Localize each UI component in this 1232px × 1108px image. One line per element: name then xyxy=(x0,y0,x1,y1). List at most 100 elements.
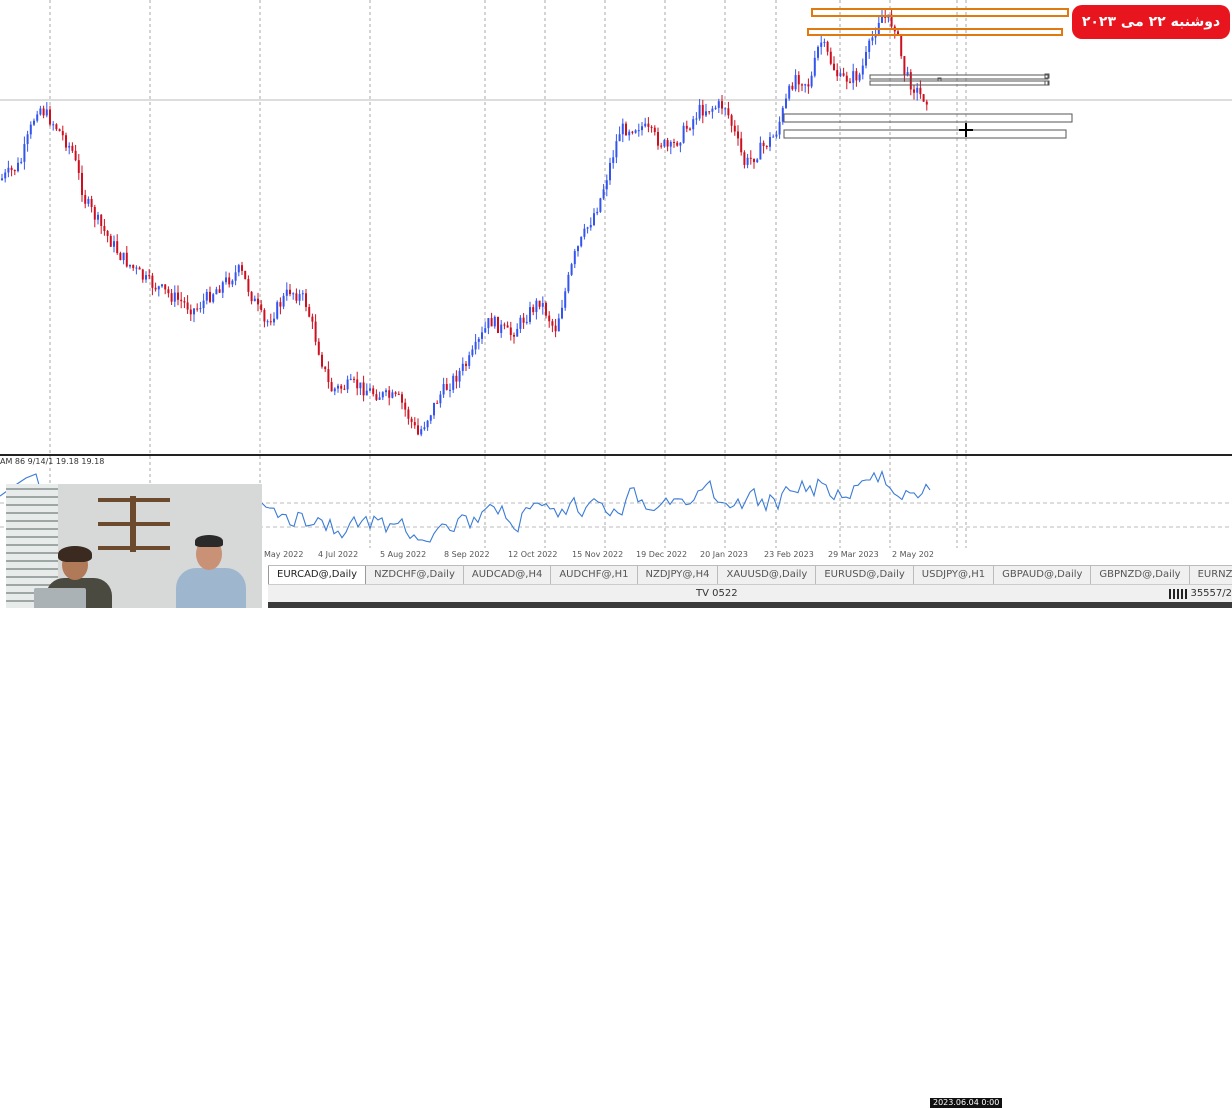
candle-body xyxy=(17,162,19,172)
candle-body xyxy=(573,251,576,265)
candle-body xyxy=(417,425,419,435)
candle-body xyxy=(113,241,115,247)
candle-body xyxy=(218,289,221,293)
candle-body xyxy=(305,293,307,308)
candle-body xyxy=(13,170,16,172)
tab-usdjpy[interactable]: USDJPY@,H1 xyxy=(914,566,995,584)
candle-body xyxy=(340,385,343,389)
candle-body xyxy=(391,392,394,398)
candle-body xyxy=(650,126,653,128)
candle-body xyxy=(852,71,855,83)
tab-nzdchf[interactable]: NZDCHF@,Daily xyxy=(366,566,464,584)
cursor-date-label: 2023.06.04 0:00 xyxy=(930,1098,1003,1108)
candle-body xyxy=(429,415,432,421)
tab-xauusd[interactable]: XAUUSD@,Daily xyxy=(718,566,817,584)
tab-eurusd[interactable]: EURUSD@,Daily xyxy=(816,566,914,584)
candle-body xyxy=(55,124,58,130)
candle-body xyxy=(727,108,730,116)
candle-body xyxy=(279,302,282,307)
candle-body xyxy=(685,125,688,129)
support-zone xyxy=(783,129,1067,139)
laptop xyxy=(34,588,86,608)
candle-body xyxy=(775,134,778,137)
candle-body xyxy=(839,73,842,77)
candle-body xyxy=(74,150,77,161)
candle-body xyxy=(500,324,503,333)
date-label: 2 May 202 xyxy=(892,550,934,559)
candle-body xyxy=(669,141,672,147)
candle-body xyxy=(849,81,851,83)
candle-body xyxy=(362,382,365,396)
candle-body xyxy=(308,307,311,317)
candle-body xyxy=(100,214,103,226)
candle-body xyxy=(615,141,618,158)
candle-body xyxy=(199,308,202,310)
candle-body xyxy=(468,355,471,366)
candle-body xyxy=(471,349,474,356)
candle-body xyxy=(10,167,13,171)
candle-body xyxy=(916,87,919,93)
candle-body xyxy=(205,291,208,301)
candle-body xyxy=(311,316,314,322)
candle-body xyxy=(449,389,451,391)
crosshair-cursor-icon xyxy=(959,123,973,137)
candle-body xyxy=(385,390,387,393)
candle-body xyxy=(535,300,538,313)
candle-body xyxy=(906,72,909,75)
date-label: 12 Oct 2022 xyxy=(508,550,558,559)
candle-body xyxy=(676,142,679,146)
candle-body xyxy=(509,327,512,335)
candle-body xyxy=(845,75,848,82)
tab-gbpaud[interactable]: GBPAUD@,Daily xyxy=(994,566,1092,584)
candle-body xyxy=(717,101,720,108)
candle-body xyxy=(695,118,698,120)
candle-body xyxy=(817,46,819,58)
candle-body xyxy=(865,51,867,66)
candle-body xyxy=(900,33,903,57)
candle-body xyxy=(349,378,352,380)
candle-body xyxy=(23,144,26,162)
candle-body xyxy=(529,307,531,322)
candle-body xyxy=(132,264,135,269)
tab-audcad[interactable]: AUDCAD@,H4 xyxy=(464,566,552,584)
candle-body xyxy=(602,189,605,199)
tab-gbpnzd[interactable]: GBPNZD@,Daily xyxy=(1091,566,1190,584)
candle-body xyxy=(919,87,922,95)
candle-body xyxy=(461,363,464,371)
candle-body xyxy=(746,157,749,165)
resistance-zone xyxy=(811,8,1069,17)
candle-body xyxy=(487,318,490,329)
candle-body xyxy=(426,420,429,428)
candle-body xyxy=(813,57,816,76)
candle-body xyxy=(753,158,755,163)
tab-eurnzd[interactable]: EURNZD@,Daily xyxy=(1190,566,1232,584)
candle-body xyxy=(225,277,227,283)
candle-body xyxy=(196,308,199,310)
candle-body xyxy=(93,207,96,220)
level-zone xyxy=(869,80,1049,86)
candle-body xyxy=(221,282,224,293)
tab-eurcad[interactable]: EURCAD@,Daily xyxy=(268,566,367,584)
candle-body xyxy=(692,119,695,130)
candle-body xyxy=(237,265,240,273)
status-profile: TV 0522 xyxy=(696,588,738,599)
candle-body xyxy=(516,328,519,337)
candle-body xyxy=(298,294,301,301)
candle-body xyxy=(801,84,803,86)
candle-body xyxy=(660,145,663,147)
tab-nzdjpy[interactable]: NZDJPY@,H4 xyxy=(638,566,719,584)
tab-audchf[interactable]: AUDCHF@,H1 xyxy=(551,566,638,584)
candle-body xyxy=(369,388,371,391)
candle-body xyxy=(20,161,23,163)
candle-body xyxy=(548,315,551,322)
candle-body xyxy=(477,338,480,342)
candle-body xyxy=(733,125,736,132)
candle-body xyxy=(154,287,157,290)
candle-body xyxy=(593,213,595,226)
candle-body xyxy=(327,369,330,383)
price-chart[interactable] xyxy=(0,0,1232,455)
candle-body xyxy=(445,384,448,390)
candle-body xyxy=(439,394,442,404)
candle-body xyxy=(628,131,631,136)
candle-body xyxy=(868,40,871,52)
